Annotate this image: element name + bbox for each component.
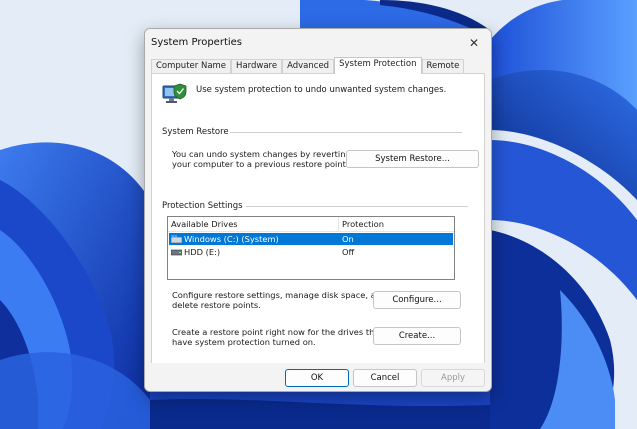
drive-protection-status: Off bbox=[342, 247, 355, 257]
column-header-available-drives[interactable]: Available Drives bbox=[171, 219, 238, 229]
tab-advanced[interactable]: Advanced bbox=[282, 59, 335, 74]
column-header-protection[interactable]: Protection bbox=[342, 219, 384, 229]
system-protection-icon bbox=[162, 82, 188, 106]
ok-button[interactable]: OK bbox=[285, 369, 349, 387]
system-restore-description-line: your computer to a previous restore poin… bbox=[172, 159, 349, 169]
configure-description-line: delete restore points. bbox=[172, 300, 261, 310]
windows-drive-icon bbox=[170, 235, 183, 244]
drive-row-windows-c[interactable]: Windows (C:) (System) On bbox=[169, 233, 453, 245]
system-protection-panel: Use system protection to undo unwanted s… bbox=[151, 73, 485, 365]
drives-list[interactable]: Available Drives Protection Windows (C:)… bbox=[167, 216, 455, 280]
system-restore-button[interactable]: System Restore... bbox=[346, 150, 479, 168]
dialog-title: System Properties bbox=[151, 37, 243, 48]
panel-description: Use system protection to undo unwanted s… bbox=[196, 85, 447, 95]
drive-protection-status: On bbox=[342, 234, 354, 244]
hard-drive-icon bbox=[170, 248, 183, 256]
drives-list-header: Available Drives Protection bbox=[168, 217, 454, 232]
group-divider bbox=[230, 132, 462, 133]
configure-description: Configure restore settings, manage disk … bbox=[172, 290, 386, 310]
column-separator[interactable] bbox=[338, 217, 339, 231]
tab-hardware[interactable]: Hardware bbox=[231, 59, 283, 74]
create-description-line: have system protection turned on. bbox=[172, 337, 316, 347]
tab-system-protection[interactable]: System Protection bbox=[334, 57, 422, 74]
create-description-line: Create a restore point right now for the… bbox=[172, 327, 383, 337]
close-icon: ✕ bbox=[468, 36, 480, 50]
cancel-button[interactable]: Cancel bbox=[353, 369, 417, 387]
system-restore-group-label: System Restore bbox=[162, 127, 229, 137]
system-properties-dialog: System Properties ✕ Computer Name Hardwa… bbox=[144, 28, 492, 392]
configure-button[interactable]: Configure... bbox=[373, 291, 461, 309]
create-button[interactable]: Create... bbox=[373, 327, 461, 345]
tab-computer-name[interactable]: Computer Name bbox=[151, 59, 232, 74]
protection-settings-group-label: Protection Settings bbox=[162, 201, 243, 211]
system-restore-description-line: You can undo system changes by reverting bbox=[172, 149, 351, 159]
apply-button[interactable]: Apply bbox=[421, 369, 485, 387]
panel-header: Use system protection to undo unwanted s… bbox=[162, 82, 446, 106]
create-description: Create a restore point right now for the… bbox=[172, 327, 383, 347]
tab-remote[interactable]: Remote bbox=[421, 59, 465, 74]
configure-description-line: Configure restore settings, manage disk … bbox=[172, 290, 387, 300]
tab-strip: Computer Name Hardware Advanced System P… bbox=[151, 57, 465, 74]
drive-row-hdd-e[interactable]: HDD (E:) Off bbox=[169, 246, 453, 258]
title-bar[interactable]: System Properties ✕ bbox=[145, 29, 491, 57]
system-restore-description: You can undo system changes by reverting… bbox=[172, 149, 351, 169]
drive-name: HDD (E:) bbox=[184, 247, 221, 257]
drive-name: Windows (C:) (System) bbox=[184, 234, 279, 244]
dialog-footer: OK Cancel Apply bbox=[145, 363, 491, 391]
close-button[interactable]: ✕ bbox=[463, 33, 485, 53]
group-divider bbox=[246, 206, 468, 207]
